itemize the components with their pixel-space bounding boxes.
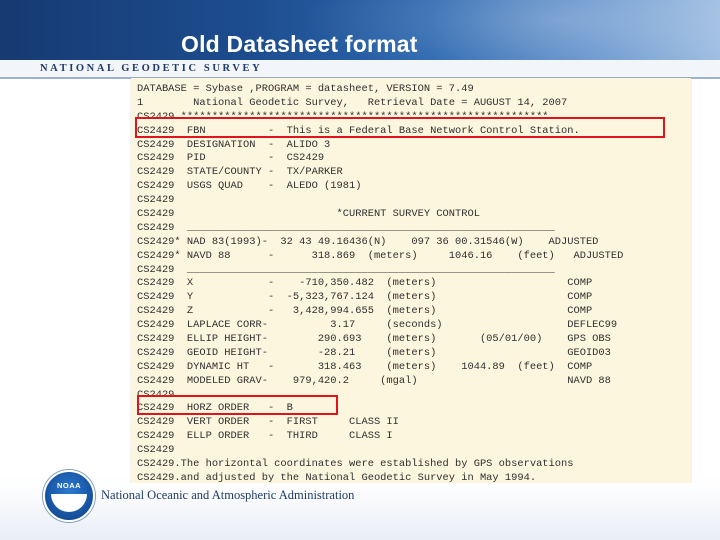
datasheet-line: CS2429 _________________________________… xyxy=(137,221,555,234)
datasheet-line: CS2429* NAVD 88 - 318.869 (meters) 1046.… xyxy=(137,249,624,262)
noaa-logo-text: NOAA xyxy=(56,481,82,490)
datasheet-line: CS2429* NAD 83(1993)- 32 43 49.16436(N) … xyxy=(137,235,599,248)
datasheet-line: CS2429 xyxy=(137,194,175,207)
datasheet-line: CS2429 USGS QUAD - ALEDO (1981) xyxy=(137,180,362,193)
highlight-fbn-line xyxy=(135,117,665,138)
datasheet-line: DATABASE = Sybase ,PROGRAM = datasheet, … xyxy=(137,83,474,95)
datasheet-line: CS2429 Z - 3,428,994.655 (meters) COMP xyxy=(137,305,593,318)
datasheet-line: CS2429 VERT ORDER - FIRST CLASS II xyxy=(137,416,399,429)
datasheet-line: CS2429 ELLP ORDER - THIRD CLASS I xyxy=(137,430,393,443)
slide-title: Old Datasheet format xyxy=(181,31,418,57)
noaa-logo-wing xyxy=(51,494,87,512)
datasheet-panel: DATABASE = Sybase ,PROGRAM = datasheet, … xyxy=(131,78,691,483)
datasheet-text: DATABASE = Sybase ,PROGRAM = datasheet, … xyxy=(137,83,623,483)
datasheet-line: CS2429 _________________________________… xyxy=(137,263,555,276)
datasheet-line: CS2429.The horizontal coordinates were e… xyxy=(137,458,574,471)
datasheet-line: CS2429.and adjusted by the National Geod… xyxy=(137,471,537,483)
datasheet-line: CS2429 STATE/COUNTY - TX/PARKER xyxy=(137,166,343,179)
datasheet-line: CS2429 LAPLACE CORR- 3.17 (seconds) DEFL… xyxy=(137,319,618,332)
datasheet-line: CS2429 xyxy=(137,444,175,457)
datasheet-line: CS2429 X - -710,350.482 (meters) COMP xyxy=(137,277,593,290)
agency-name: National Oceanic and Atmospheric Adminis… xyxy=(101,488,355,502)
datasheet-line: CS2429 MODELED GRAV- 979,420.2 (mgal) NA… xyxy=(137,374,611,387)
noaa-logo: NOAA xyxy=(43,470,95,522)
datasheet-line: CS2429 PID - CS2429 xyxy=(137,152,325,165)
slide: Old Datasheet format NATIONAL GEODETIC S… xyxy=(0,0,720,540)
datasheet-line: 1 National Geodetic Survey, Retrieval Da… xyxy=(137,96,568,109)
datasheet-line: CS2429 Y - -5,323,767.124 (meters) COMP xyxy=(137,291,593,304)
highlight-horz-order xyxy=(137,395,338,415)
org-name: NATIONAL GEODETIC SURVEY xyxy=(40,63,263,74)
datasheet-line: CS2429 ELLIP HEIGHT- 290.693 (meters) (0… xyxy=(137,333,611,346)
datasheet-line: CS2429 GEOID HEIGHT- -28.21 (meters) GEO… xyxy=(137,346,611,359)
datasheet-line: CS2429 DESIGNATION - ALIDO 3 xyxy=(137,138,331,151)
datasheet-line: CS2429 *CURRENT SURVEY CONTROL xyxy=(137,208,480,221)
datasheet-line: CS2429 DYNAMIC HT - 318.463 (meters) 104… xyxy=(137,360,593,373)
